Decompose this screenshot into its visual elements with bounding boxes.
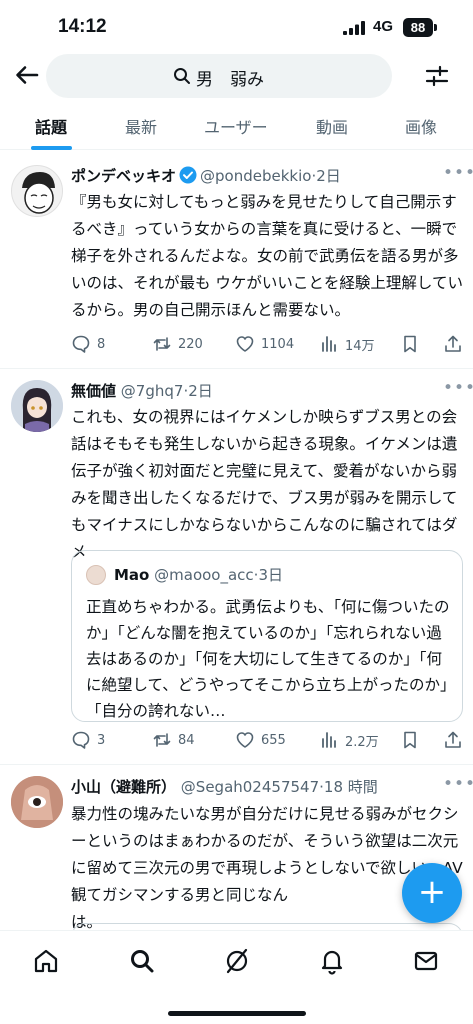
status-time: 14:12 — [58, 16, 107, 37]
avatar-illustration-icon — [11, 380, 63, 432]
post-text: 『男も女に対してもっと弱みを見せたりして自己開示するべき』っていう女からの言葉を… — [71, 193, 463, 319]
heart-icon — [236, 336, 254, 352]
handle: @Segah02457547 — [180, 778, 320, 796]
repost-icon — [153, 337, 171, 351]
bookmark-button[interactable] — [400, 730, 420, 750]
share-button[interactable] — [443, 334, 463, 354]
quoted-post-text: 正直めちゃわかる。武勇伝よりも、「何に傷ついたのか」「どんな闇を抱えているのか」… — [86, 598, 450, 720]
reply-count: 3 — [97, 732, 106, 748]
home-indicator — [168, 1011, 306, 1016]
search-header: 男 弱み — [0, 52, 473, 100]
quoted-post-header: Mao @maooo_acc·3日 — [114, 564, 283, 585]
arrow-left-icon[interactable] — [12, 60, 42, 90]
plus-icon: + — [417, 872, 447, 912]
tab-trending[interactable]: 話題 — [35, 114, 67, 138]
more-options-icon[interactable]: ••• — [443, 163, 473, 183]
reply-count: 8 — [97, 336, 106, 352]
like-count: 655 — [261, 732, 286, 748]
post-header: 無価値 @7ghq7·2日 — [71, 380, 213, 401]
post-time: 2日 — [316, 167, 341, 185]
quoted-display-name: Mao — [114, 566, 150, 584]
post-actions: 3 84 655 2.2万 — [71, 730, 463, 754]
search-input[interactable]: 男 弱み — [46, 54, 392, 98]
views-button[interactable]: 2.2万 — [319, 730, 379, 750]
reply-button[interactable]: 8 — [71, 334, 105, 354]
like-button[interactable]: 655 — [235, 730, 286, 750]
handle: @pondebekkio — [200, 167, 312, 185]
avatar[interactable] — [11, 380, 63, 432]
post-text: これも、女の視界にはイケメンしか映らずブス男との会話はそもそも発生しないから起き… — [71, 408, 458, 561]
quoted-handle: @maooo_acc — [154, 566, 254, 584]
post-text: 暴力性の塊みたいな男が自分だけに見せる弱みがセクシーというのはまぁわかるのだが、… — [71, 805, 463, 931]
post[interactable]: 小山（避難所） @Segah02457547·18 時間 ••• 暴力性の塊みた… — [0, 765, 473, 963]
home-icon[interactable] — [32, 947, 60, 975]
post-header: 小山（避難所） @Segah02457547·18 時間 — [71, 776, 378, 797]
reply-button[interactable]: 3 — [71, 730, 105, 750]
grok-icon[interactable] — [223, 947, 251, 975]
tab-latest[interactable]: 最新 — [125, 114, 157, 138]
repost-icon — [153, 733, 171, 747]
quoted-post[interactable]: Mao @maooo_acc·3日 正直めちゃわかる。武勇伝よりも、「何に傷つい… — [71, 550, 463, 722]
repost-button[interactable]: 220 — [152, 334, 203, 354]
heart-icon — [236, 732, 254, 748]
repost-button[interactable]: 84 — [152, 730, 195, 750]
views-icon — [322, 336, 336, 352]
quoted-post-time: 3日 — [258, 566, 283, 584]
active-tab-indicator — [31, 146, 72, 150]
views-count: 2.2万 — [345, 734, 379, 750]
tab-videos[interactable]: 動画 — [316, 114, 348, 138]
avatar-illustration-icon — [22, 172, 55, 214]
display-name[interactable]: ポンデベッキオ — [71, 167, 176, 185]
sliders-icon[interactable] — [423, 62, 451, 90]
post[interactable]: 無価値 @7ghq7·2日 ••• これも、女の視界にはイケメンしか映らずブス男… — [0, 369, 473, 765]
verified-badge-icon — [179, 166, 197, 184]
tab-users[interactable]: ユーザー — [204, 114, 268, 138]
more-options-icon[interactable]: ••• — [443, 378, 473, 398]
bookmark-button[interactable] — [400, 334, 420, 354]
avatar — [86, 565, 106, 585]
avatar[interactable] — [11, 165, 63, 217]
network-label: 4G — [373, 18, 394, 35]
post-time: 2日 — [188, 382, 213, 400]
signal-icon — [343, 21, 365, 35]
tab-images[interactable]: 画像 — [405, 114, 437, 138]
like-button[interactable]: 1104 — [235, 334, 294, 354]
search-icon — [174, 68, 190, 84]
search-query: 男 弱み — [196, 70, 264, 90]
bottom-navigation — [0, 930, 473, 1024]
bell-icon[interactable] — [318, 947, 346, 975]
views-count: 14万 — [345, 338, 375, 354]
search-tabs: 話題 最新 ユーザー 動画 画像 — [0, 100, 473, 150]
views-button[interactable]: 14万 — [319, 334, 375, 354]
share-icon — [445, 335, 461, 352]
post-header: ポンデベッキオ @pondebekkio·2日 — [71, 165, 341, 186]
handle: @7ghq7 — [120, 382, 184, 400]
bookmark-icon — [404, 335, 416, 353]
post-actions: 8 220 1104 14万 — [71, 334, 463, 358]
repost-count: 220 — [178, 336, 203, 352]
post[interactable]: ポンデベッキオ @pondebekkio·2日 ••• 『男も女に対してもっと弱み… — [0, 151, 473, 369]
views-icon — [322, 732, 336, 748]
avatar[interactable] — [11, 776, 63, 828]
search-icon[interactable] — [128, 947, 156, 975]
repost-count: 84 — [178, 732, 195, 748]
more-options-icon[interactable]: ••• — [443, 774, 473, 794]
compose-button[interactable]: + — [402, 863, 462, 923]
mail-icon[interactable] — [412, 947, 440, 975]
battery-tip — [434, 24, 437, 31]
reply-icon — [72, 731, 90, 749]
reply-icon — [72, 335, 90, 353]
share-icon — [445, 731, 461, 748]
display-name[interactable]: 小山（避難所） — [71, 778, 176, 796]
post-time: 18 時間 — [323, 778, 378, 796]
bookmark-icon — [404, 731, 416, 749]
battery-icon: 88 — [403, 18, 433, 37]
status-bar: 14:12 4G 88 — [0, 0, 473, 58]
avatar-illustration-icon — [11, 776, 63, 828]
like-count: 1104 — [261, 336, 295, 352]
share-button[interactable] — [443, 730, 463, 750]
display-name[interactable]: 無価値 — [71, 382, 116, 400]
